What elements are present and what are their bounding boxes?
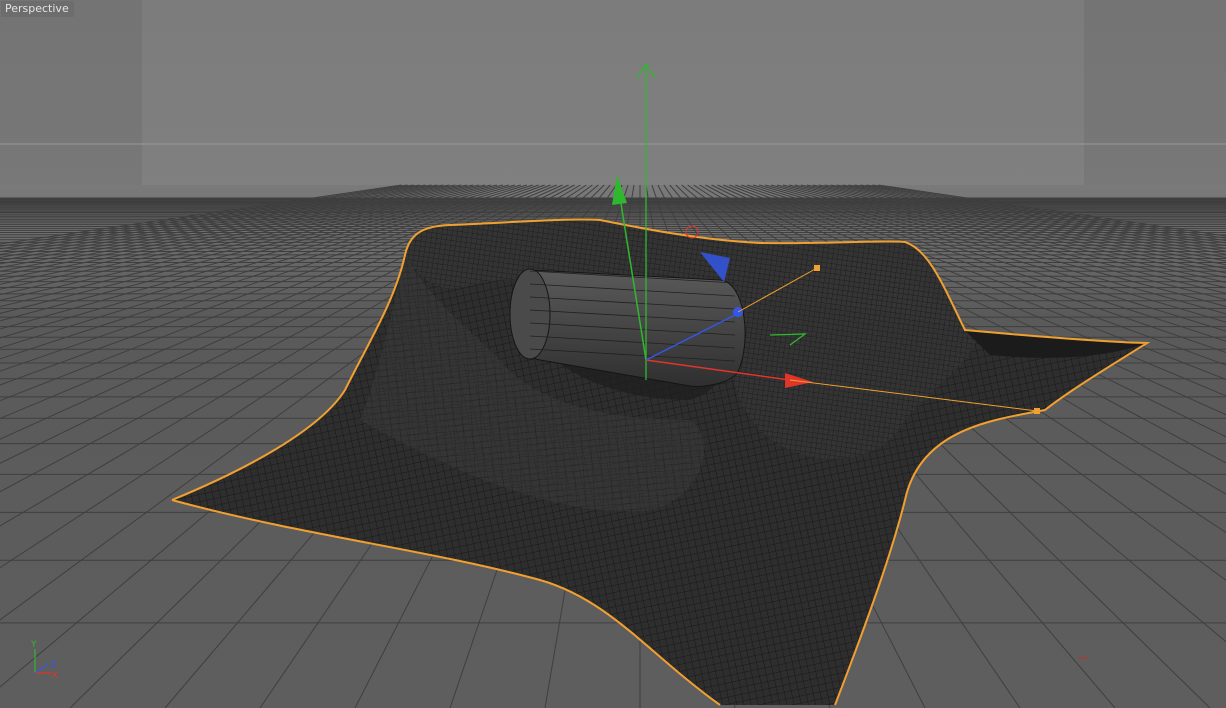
- cylinder-cap: [509, 268, 551, 360]
- size-handle-top[interactable]: [814, 265, 820, 271]
- viewport-scene[interactable]: Y X Z: [0, 0, 1226, 708]
- axis-indicator-x-label: X: [52, 671, 58, 681]
- axis-indicator-z-label: Z: [50, 660, 56, 670]
- perspective-viewport[interactable]: Y X Z Perspective: [0, 0, 1226, 708]
- camera-label[interactable]: Perspective: [1, 1, 74, 17]
- axis-indicator-y-label: Y: [30, 640, 37, 650]
- size-handle-right[interactable]: [1034, 408, 1040, 414]
